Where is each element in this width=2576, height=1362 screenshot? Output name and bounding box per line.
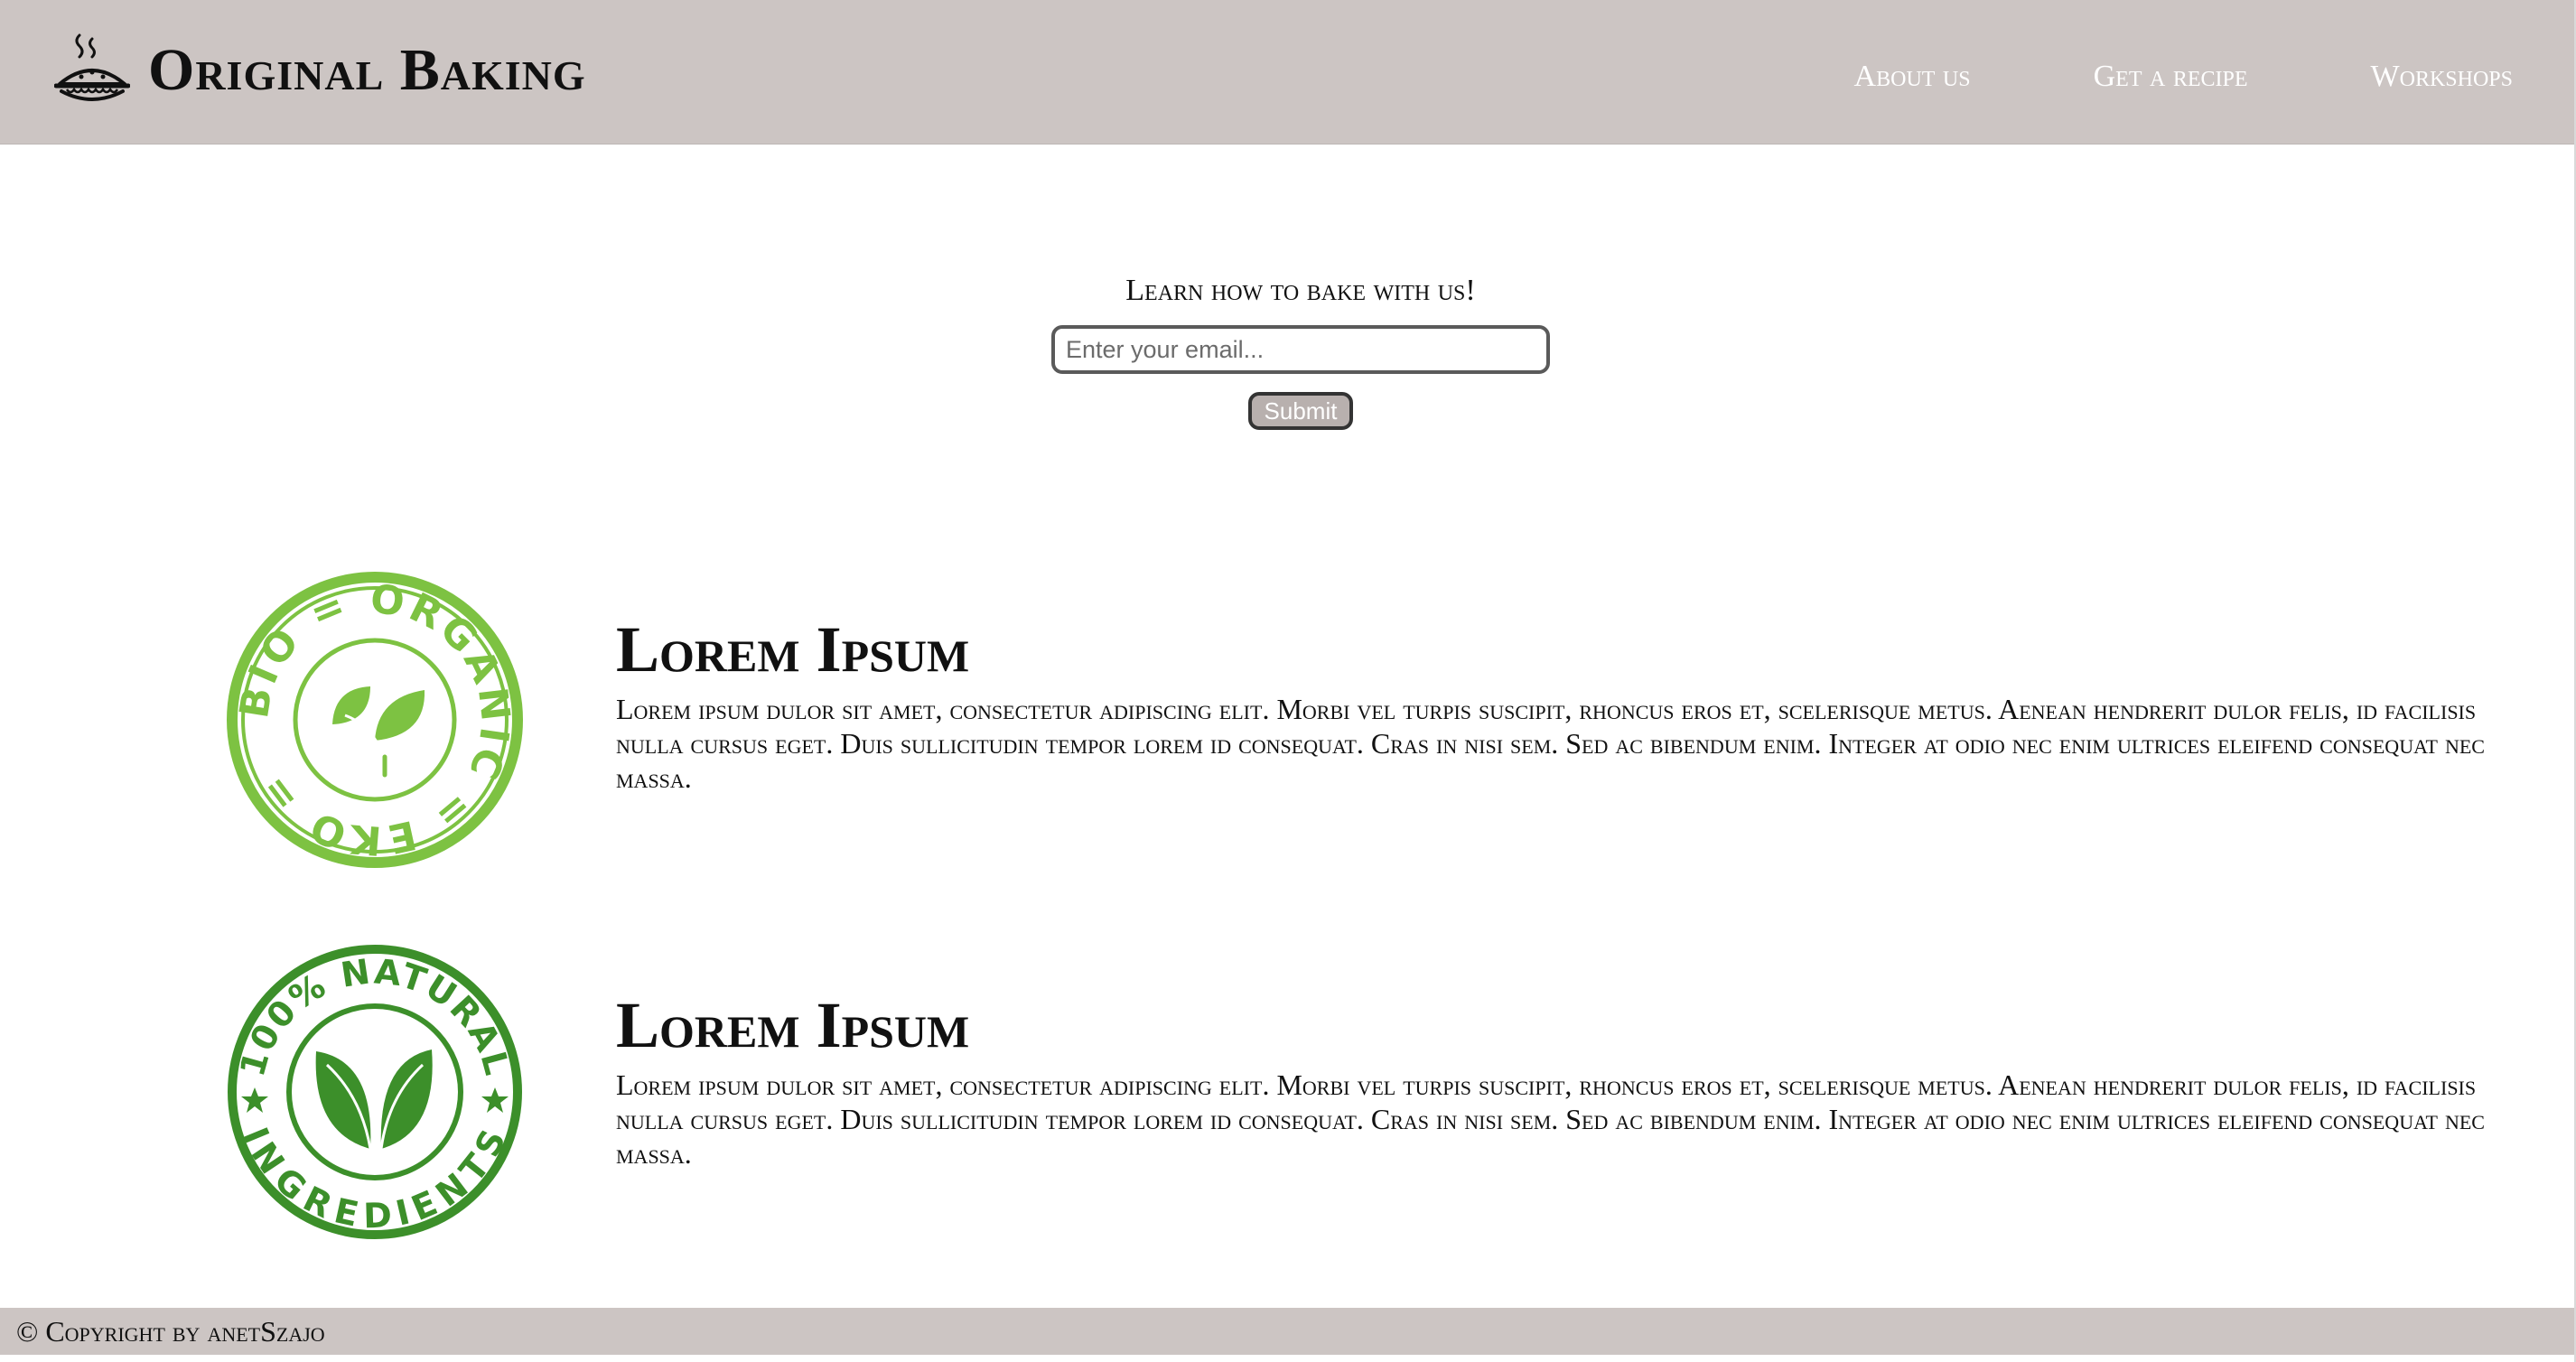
feature-title: Lorem Ipsum	[616, 989, 970, 1061]
natural-ingredients-stamp-icon: 100% NATURAL INGREDIENTS	[228, 945, 522, 1239]
email-input[interactable]	[1051, 325, 1550, 374]
copyright-text: © Copyright by anetSzajo	[16, 1315, 325, 1348]
brand-name: Original Baking	[148, 37, 586, 103]
feature-text: Lorem Ipsum Lorem ipsum dulor sit amet, …	[616, 988, 2486, 1171]
main-nav: About us Get a recipe Workshops	[1731, 60, 2513, 94]
svg-text:100% NATURAL: 100% NATURAL	[232, 951, 518, 1080]
pie-icon	[54, 33, 130, 101]
site-header: Original Baking About us Get a recipe Wo…	[0, 0, 2576, 145]
feature-body: Lorem ipsum dulor sit amet, consectetur …	[616, 693, 2485, 794]
feature-title: Lorem Ipsum	[616, 613, 970, 686]
bio-organic-eko-stamp-icon: BIO = ORGANIC = EKO =	[227, 572, 523, 868]
submit-button[interactable]: Submit	[1248, 392, 1353, 430]
feature-body: Lorem ipsum dulor sit amet, consectetur …	[616, 1068, 2485, 1170]
brand-logo[interactable]: Original Baking	[54, 25, 586, 116]
nav-link-workshops[interactable]: Workshops	[2371, 60, 2513, 94]
nav-link-about-us[interactable]: About us	[1854, 60, 1971, 94]
site-footer: © Copyright by anetSzajo	[0, 1308, 2576, 1355]
page: Original Baking About us Get a recipe Wo…	[0, 0, 2576, 1362]
newsletter-heading: Learn how to bake with us!	[1125, 274, 1476, 307]
nav-link-get-a-recipe[interactable]: Get a recipe	[2094, 60, 2248, 94]
newsletter-section: Learn how to bake with us! Submit	[0, 267, 2576, 430]
feature-text: Lorem Ipsum Lorem ipsum dulor sit amet, …	[616, 612, 2486, 795]
badge-top-text: 100% NATURAL	[232, 951, 516, 1080]
